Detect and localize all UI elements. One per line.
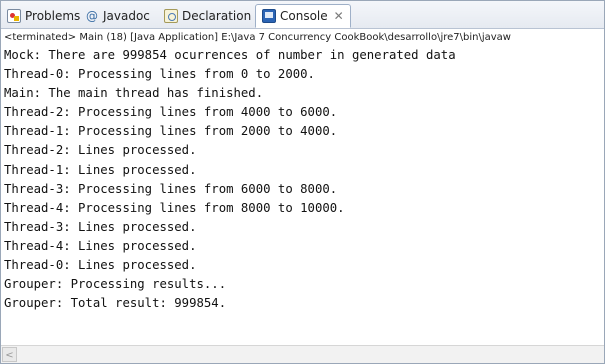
console-line: Thread-2: Lines processed. <box>4 143 197 158</box>
console-line: Main: The main thread has finished. <box>4 86 264 101</box>
tab-console[interactable]: Console ✕ <box>255 4 351 28</box>
console-icon <box>262 9 276 23</box>
problems-icon <box>7 8 21 23</box>
process-status: <terminated> Main (18) [Java Application… <box>1 29 604 46</box>
tab-javadoc[interactable]: @ Javadoc <box>85 4 150 27</box>
view-tab-bar: Problems @ Javadoc Declaration Console ✕ <box>1 1 604 29</box>
console-line: Thread-0: Lines processed. <box>4 258 197 273</box>
tab-console-label: Console <box>280 9 328 23</box>
close-icon[interactable]: ✕ <box>334 9 344 23</box>
console-line: Grouper: Total result: 999854. <box>4 296 227 311</box>
tab-javadoc-label: Javadoc <box>103 8 150 23</box>
console-line: Thread-4: Processing lines from 8000 to … <box>4 200 345 215</box>
console-line: Thread-3: Processing lines from 6000 to … <box>4 181 338 196</box>
declaration-icon <box>164 8 178 23</box>
console-line: Grouper: Processing results... <box>4 277 227 292</box>
console-line: Thread-0: Processing lines from 0 to 200… <box>4 67 315 82</box>
console-line: Mock: There are 999854 ocurrences of num… <box>4 48 456 62</box>
console-line: Thread-1: Lines processed. <box>4 162 197 177</box>
console-output[interactable]: Mock: There are 999854 ocurrences of num… <box>1 46 604 345</box>
console-line: Thread-2: Processing lines from 4000 to … <box>4 105 338 120</box>
tab-declaration-label: Declaration <box>182 8 252 23</box>
console-line: Thread-1: Processing lines from 2000 to … <box>4 124 338 139</box>
console-line: Thread-4: Lines processed. <box>4 238 197 253</box>
tab-problems-label: Problems <box>25 8 81 23</box>
javadoc-icon: @ <box>86 8 98 23</box>
console-line: Thread-3: Lines processed. <box>4 219 197 234</box>
horizontal-scrollbar[interactable]: < <box>1 345 604 363</box>
console-view: Problems @ Javadoc Declaration Console ✕… <box>0 0 605 364</box>
tab-problems[interactable]: Problems <box>7 4 80 27</box>
scroll-left-icon[interactable]: < <box>2 347 17 362</box>
tab-declaration[interactable]: Declaration <box>164 4 251 27</box>
